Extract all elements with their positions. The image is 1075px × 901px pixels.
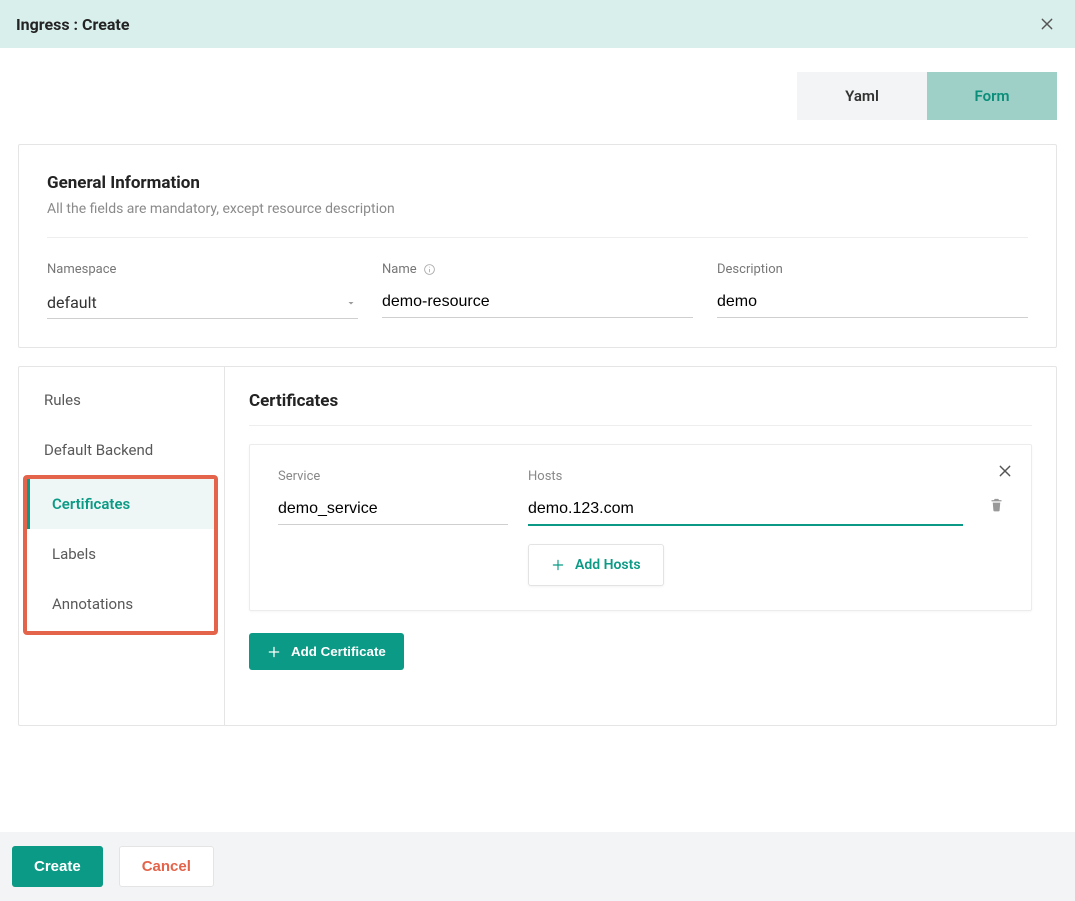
namespace-label: Namespace [47, 262, 358, 277]
sidebar-item-default-backend[interactable]: Default Backend [19, 425, 224, 475]
certificates-title: Certificates [249, 391, 1032, 411]
general-information-card: General Information All the fields are m… [18, 144, 1057, 348]
description-field: Description [717, 262, 1028, 319]
dialog-header: Ingress : Create [0, 0, 1075, 48]
create-button[interactable]: Create [12, 846, 103, 887]
name-field: Name [382, 262, 693, 319]
highlight-box: Certificates Labels Annotations [23, 475, 218, 635]
namespace-field: Namespace default [47, 262, 358, 319]
dialog-close-icon[interactable] [1035, 12, 1059, 36]
namespace-select[interactable]: default [47, 287, 358, 319]
name-input[interactable] [382, 287, 693, 318]
main-pane: Certificates Service Hosts [225, 367, 1056, 725]
dialog-body: Yaml Form General Information All the fi… [0, 48, 1075, 832]
name-label: Name [382, 262, 693, 277]
delete-host-icon[interactable] [983, 491, 1009, 517]
certificate-panel: Service Hosts Add Hosts [249, 444, 1032, 611]
sidebar-item-rules[interactable]: Rules [19, 375, 224, 425]
view-toggle: Yaml Form [18, 72, 1057, 120]
caret-down-icon [344, 296, 358, 310]
dialog-footer: Create Cancel [0, 832, 1075, 901]
certificate-hosts-field: Hosts Add Hosts [528, 469, 963, 586]
plus-icon [267, 645, 281, 659]
cancel-button[interactable]: Cancel [119, 846, 214, 887]
plus-icon [551, 558, 565, 572]
add-hosts-button[interactable]: Add Hosts [528, 544, 664, 586]
certificate-hosts-input[interactable] [528, 494, 963, 526]
dialog-title: Ingress : Create [16, 15, 129, 34]
sidebar-item-annotations[interactable]: Annotations [27, 579, 214, 629]
certificate-service-label: Service [278, 469, 508, 484]
add-certificate-button[interactable]: Add Certificate [249, 633, 404, 670]
general-information-subtitle: All the fields are mandatory, except res… [47, 201, 1028, 217]
certificate-service-input[interactable] [278, 494, 508, 525]
description-input[interactable] [717, 287, 1028, 318]
tab-yaml[interactable]: Yaml [797, 72, 927, 120]
certificate-hosts-label: Hosts [528, 469, 963, 484]
sidebar-item-certificates[interactable]: Certificates [27, 479, 214, 529]
tab-form[interactable]: Form [927, 72, 1057, 120]
divider [47, 237, 1028, 238]
add-hosts-label: Add Hosts [575, 557, 641, 573]
namespace-value: default [47, 293, 97, 312]
certificate-remove-icon[interactable] [993, 459, 1017, 483]
sidebar-item-labels[interactable]: Labels [27, 529, 214, 579]
certificate-service-field: Service [278, 469, 508, 525]
add-certificate-label: Add Certificate [291, 644, 386, 659]
name-label-text: Name [382, 262, 417, 277]
sidebar: Rules Default Backend Certificates Label… [19, 367, 225, 725]
divider [249, 425, 1032, 426]
general-information-title: General Information [47, 173, 1028, 193]
info-icon[interactable] [423, 263, 437, 277]
config-card: Rules Default Backend Certificates Label… [18, 366, 1057, 726]
description-label: Description [717, 262, 1028, 277]
